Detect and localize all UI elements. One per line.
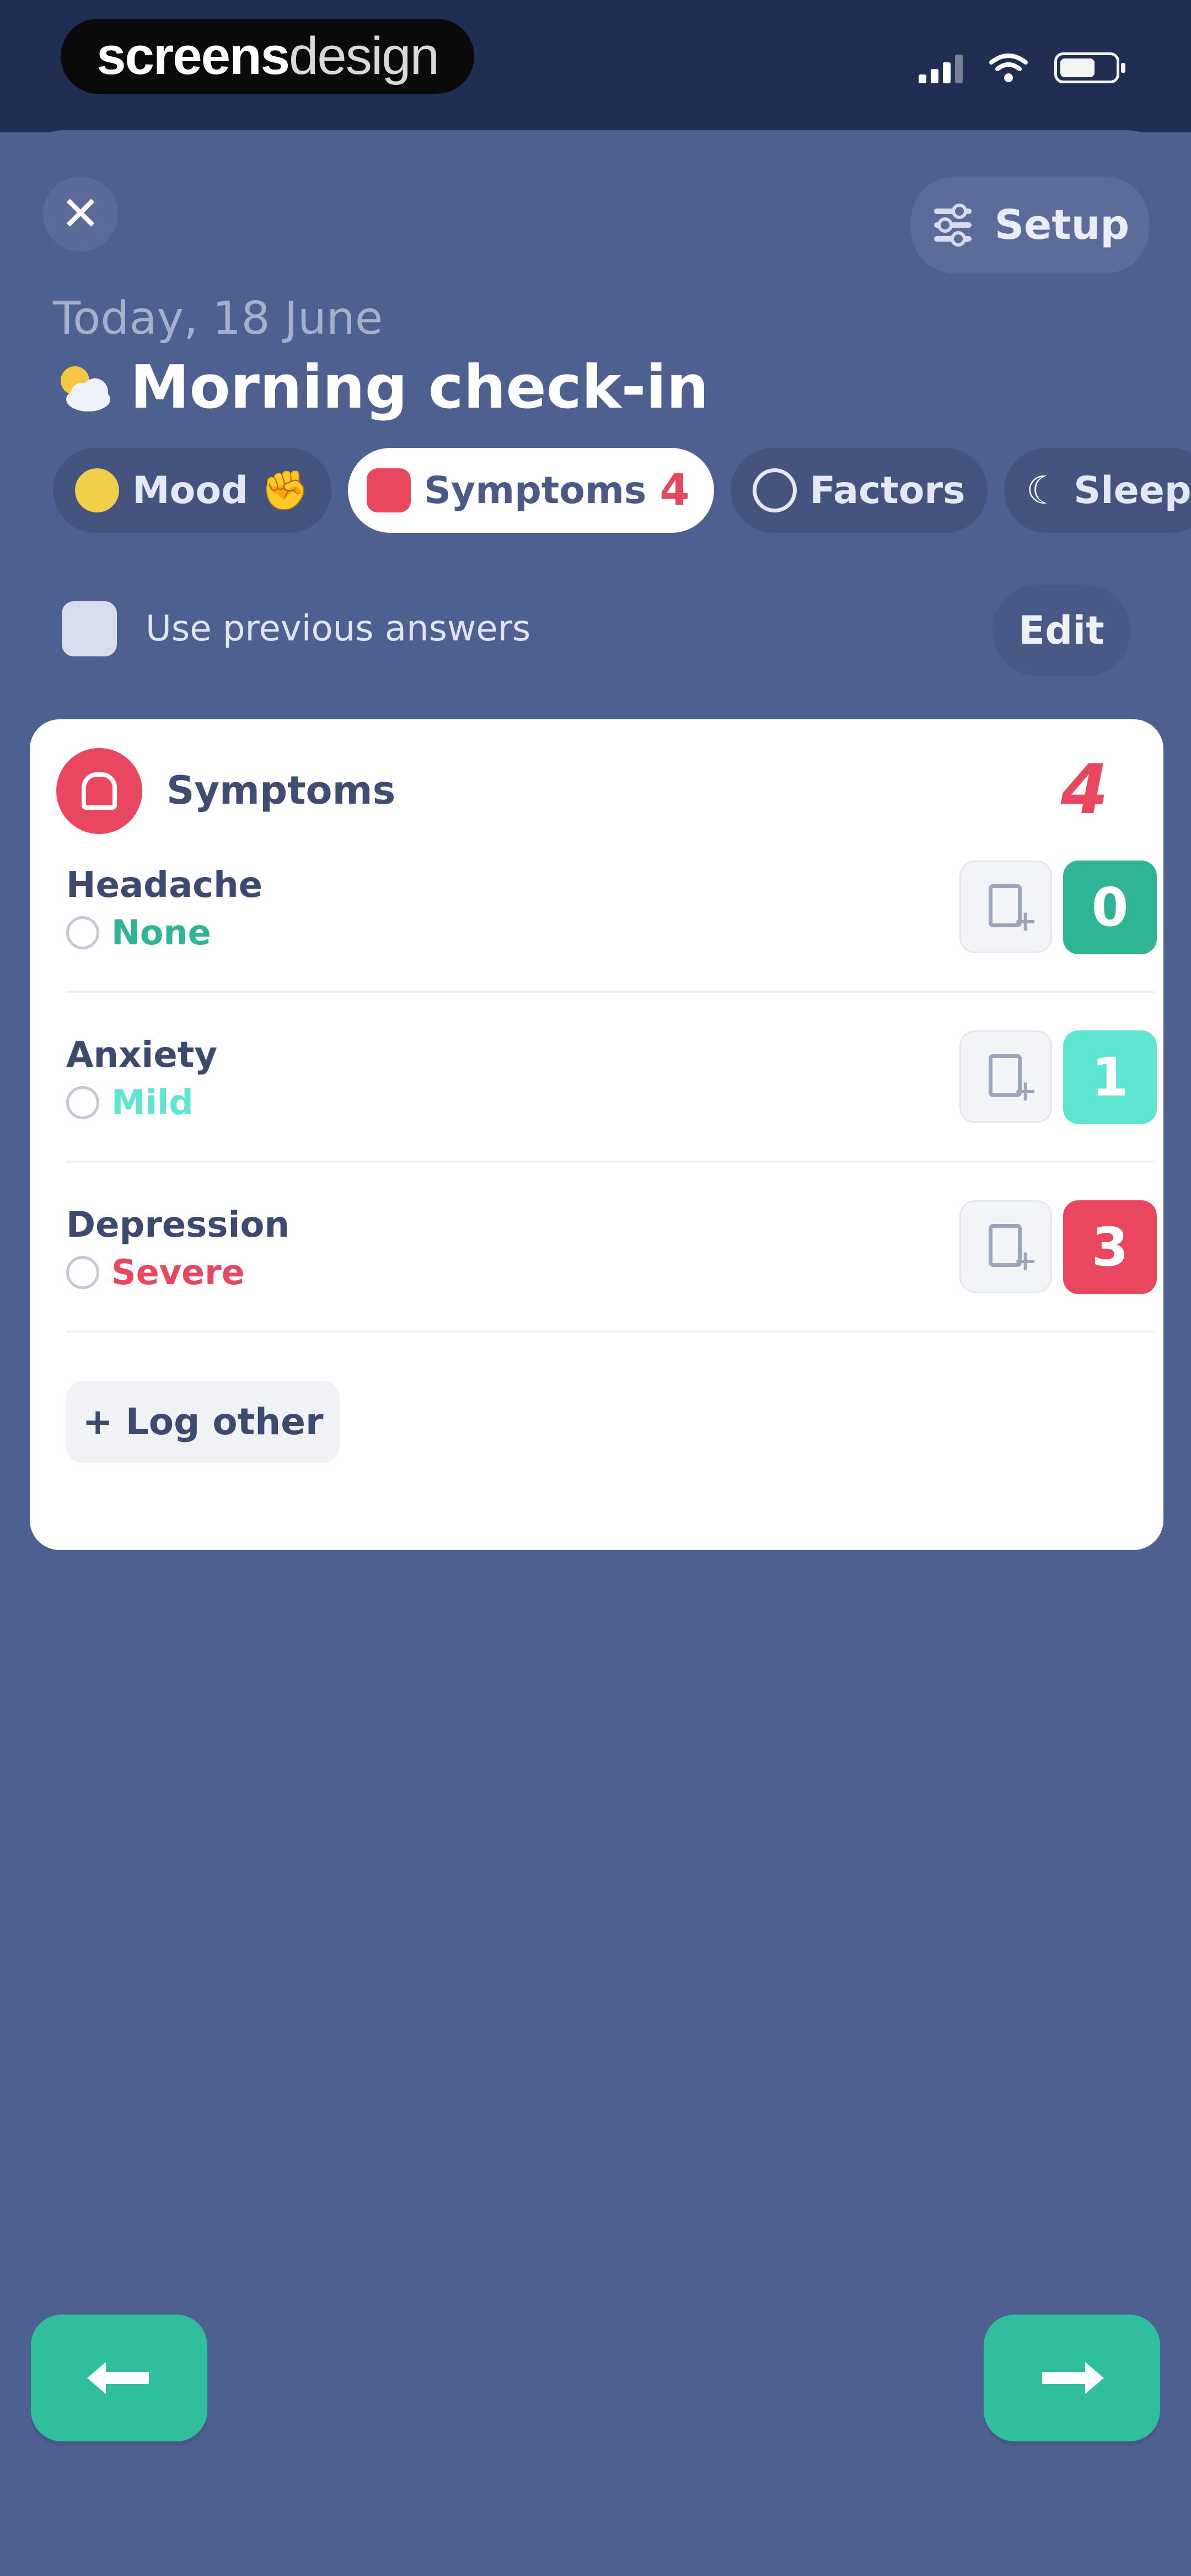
- next-button[interactable]: [984, 2315, 1160, 2441]
- symptom-level-label: None: [111, 912, 211, 953]
- tab-mood[interactable]: Mood ✊: [53, 448, 331, 533]
- symptoms-card: Symptoms 4 Headache None 0 Anxiety Mild …: [30, 719, 1163, 1550]
- wifi-icon: [989, 54, 1028, 82]
- signal-icon: [919, 52, 963, 83]
- sun-behind-cloud-icon: [61, 366, 110, 411]
- divider: [66, 991, 1155, 993]
- add-note-button[interactable]: [959, 1030, 1052, 1123]
- card-title: Symptoms: [167, 768, 396, 813]
- use-previous-checkbox[interactable]: [62, 601, 117, 656]
- symptoms-count: 4: [1060, 750, 1108, 830]
- tab-factors-label: Factors: [809, 468, 965, 512]
- use-previous-row[interactable]: Use previous answers: [62, 601, 530, 656]
- divider: [66, 1161, 1155, 1163]
- level-radio[interactable]: [66, 1255, 99, 1289]
- title-row: Morning check-in: [53, 353, 709, 422]
- severity-score[interactable]: 0: [1063, 861, 1157, 954]
- page-title: Morning check-in: [130, 353, 709, 422]
- status-bar: screensdesign: [0, 0, 1191, 132]
- tab-symptoms[interactable]: Symptoms 4: [347, 448, 714, 533]
- back-button[interactable]: [31, 2315, 207, 2441]
- category-tabs: Mood ✊ Symptoms 4 Factors ☾ Sleep: [53, 448, 1191, 536]
- symptom-level: None: [66, 912, 211, 953]
- close-button[interactable]: ✕: [43, 177, 118, 252]
- symptom-name: Headache: [66, 865, 263, 906]
- date-label: Today, 18 June: [53, 292, 383, 345]
- symptom-level-label: Severe: [111, 1252, 245, 1292]
- edit-button[interactable]: Edit: [993, 585, 1130, 676]
- flex-arm-icon: ✊: [261, 467, 309, 513]
- severity-score[interactable]: 3: [1063, 1200, 1157, 1294]
- add-note-button[interactable]: [959, 861, 1052, 953]
- tab-mood-label: Mood: [132, 468, 248, 512]
- screensdesign-logo: screensdesign: [61, 19, 474, 94]
- symptom-row-depression[interactable]: Depression Severe 3: [66, 1200, 1157, 1346]
- smiley-icon: [75, 468, 119, 512]
- symptom-name: Anxiety: [66, 1035, 218, 1076]
- tab-factors[interactable]: Factors: [730, 448, 988, 533]
- symptoms-icon: [366, 468, 411, 512]
- arrow-left-icon: [87, 2362, 149, 2394]
- logo-text-light: design: [289, 26, 439, 85]
- symptom-level: Severe: [66, 1252, 245, 1292]
- symptom-row-headache[interactable]: Headache None 0: [66, 861, 1157, 1006]
- tab-symptoms-label: Symptoms: [423, 468, 647, 512]
- factors-icon: [752, 468, 797, 512]
- symptom-name: Depression: [66, 1205, 289, 1246]
- symptom-level-label: Mild: [111, 1082, 194, 1123]
- tab-symptoms-badge: 4: [659, 466, 690, 515]
- sliders-icon: [934, 204, 972, 247]
- symptoms-icon: [56, 748, 142, 834]
- symptom-row-anxiety[interactable]: Anxiety Mild 1: [66, 1030, 1157, 1176]
- level-radio[interactable]: [66, 1086, 99, 1119]
- tab-sleep[interactable]: ☾ Sleep: [1004, 448, 1191, 533]
- note-add-icon: [989, 884, 1038, 938]
- note-add-icon: [989, 1054, 1038, 1108]
- status-icons: [919, 49, 1125, 87]
- moon-icon: ☾: [1026, 468, 1061, 513]
- use-previous-label: Use previous answers: [146, 608, 531, 649]
- setup-label: Setup: [994, 201, 1130, 249]
- setup-button[interactable]: Setup: [911, 177, 1149, 274]
- add-note-button[interactable]: [959, 1200, 1052, 1293]
- symptom-level: Mild: [66, 1082, 194, 1123]
- divider: [66, 1330, 1155, 1333]
- logo-text-bold: screens: [96, 26, 290, 85]
- severity-score[interactable]: 1: [1063, 1030, 1157, 1124]
- log-other-button[interactable]: + Log other: [66, 1381, 340, 1463]
- arrow-right-icon: [1042, 2362, 1104, 2394]
- level-radio[interactable]: [66, 916, 99, 949]
- note-add-icon: [989, 1224, 1038, 1278]
- tab-sleep-label: Sleep: [1074, 468, 1191, 512]
- battery-icon: [1054, 52, 1125, 83]
